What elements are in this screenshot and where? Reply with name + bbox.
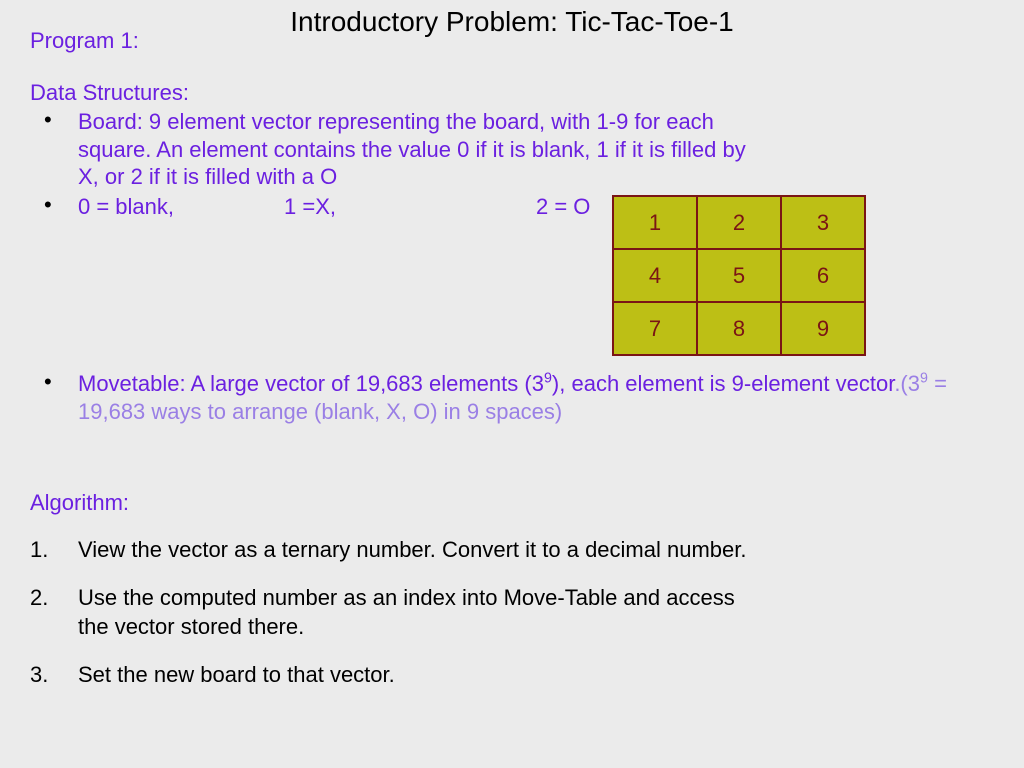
grid-cell: 9: [781, 302, 865, 355]
grid-cell: 4: [613, 249, 697, 302]
movetable-text: ), each element is 9-element vector: [552, 371, 894, 396]
grid-cell: 5: [697, 249, 781, 302]
grid-cell: 6: [781, 249, 865, 302]
program-label: Program 1:: [30, 28, 139, 54]
step-text: Use the computed number as an index into…: [78, 585, 735, 640]
board-grid: 1 2 3 4 5 6 7 8 9: [612, 195, 866, 356]
blank-def: 0 = blank,: [78, 194, 174, 219]
page-title: Introductory Problem: Tic-Tac-Toe-1: [0, 6, 1024, 38]
algorithm-list: 1. View the vector as a ternary number. …: [30, 535, 764, 708]
movetable-text: Movetable: A large vector of 19,683 elem…: [78, 371, 532, 396]
paren-text: .(: [894, 371, 907, 396]
grid-cell: 2: [697, 196, 781, 249]
list-item: Board: 9 element vector representing the…: [30, 108, 994, 191]
list-item: 2. Use the computed number as an index i…: [30, 583, 764, 642]
power-base: 3: [908, 371, 920, 396]
grid-cell: 3: [781, 196, 865, 249]
list-item: Movetable: A large vector of 19,683 elem…: [30, 370, 994, 425]
o-def: 2 = O: [536, 194, 590, 219]
step-number: 1.: [30, 535, 68, 565]
movetable-list: Movetable: A large vector of 19,683 elem…: [30, 370, 994, 425]
grid-cell: 7: [613, 302, 697, 355]
power-exp: 9: [920, 371, 928, 387]
grid-cell: 8: [697, 302, 781, 355]
list-item: 3. Set the new board to that vector.: [30, 660, 764, 690]
grid-cell: 1: [613, 196, 697, 249]
power-base: 3: [532, 371, 544, 396]
data-structures-heading: Data Structures:: [30, 80, 189, 106]
algorithm-heading: Algorithm:: [30, 490, 129, 516]
x-def: 1 =X,: [284, 194, 336, 219]
step-number: 2.: [30, 583, 68, 613]
power-exp: 9: [544, 371, 552, 387]
list-item: 1. View the vector as a ternary number. …: [30, 535, 764, 565]
step-text: View the vector as a ternary number. Con…: [78, 537, 746, 562]
step-text: Set the new board to that vector.: [78, 662, 395, 687]
step-number: 3.: [30, 660, 68, 690]
